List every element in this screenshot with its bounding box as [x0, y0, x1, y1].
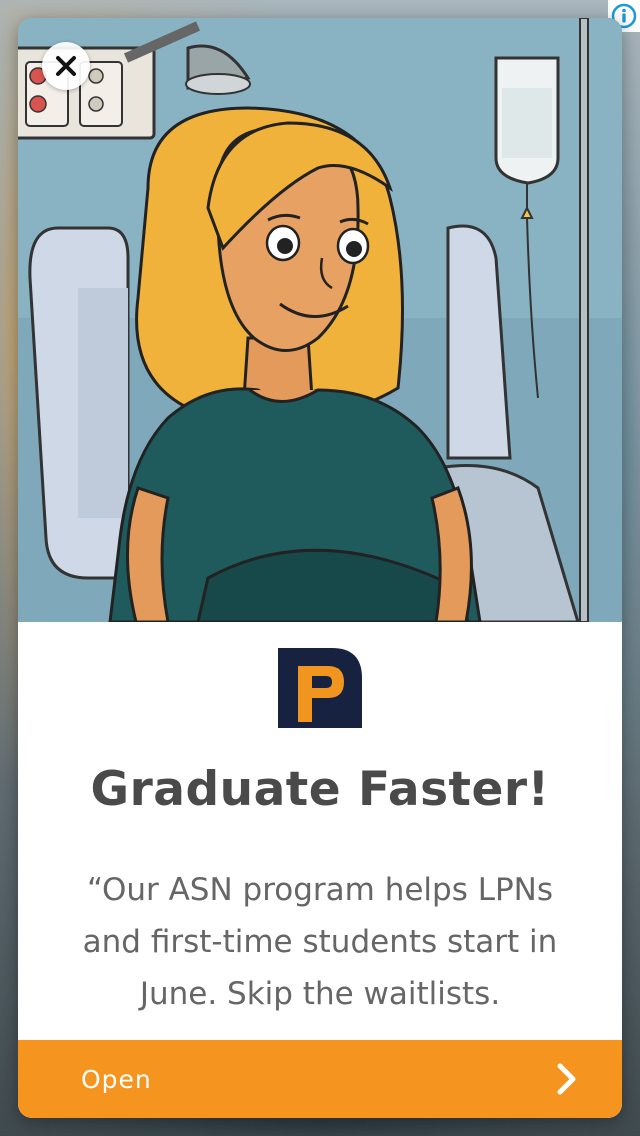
brand-logo [278, 648, 362, 728]
chevron-right-icon [557, 1063, 576, 1095]
open-button[interactable]: Open [18, 1040, 622, 1118]
hero-illustration[interactable] [18, 18, 622, 622]
open-button-label: Open [81, 1064, 152, 1094]
close-icon [56, 56, 76, 76]
ad-card: Graduate Faster! “Our ASN program helps … [18, 18, 622, 1118]
ad-content[interactable]: Graduate Faster! “Our ASN program helps … [18, 622, 622, 1040]
headline: Graduate Faster! [90, 762, 550, 817]
description: “Our ASN program helps LPNs and first-ti… [82, 872, 558, 1012]
close-button[interactable] [42, 42, 90, 90]
illustration-patient-in-hospital-bed [18, 18, 622, 622]
